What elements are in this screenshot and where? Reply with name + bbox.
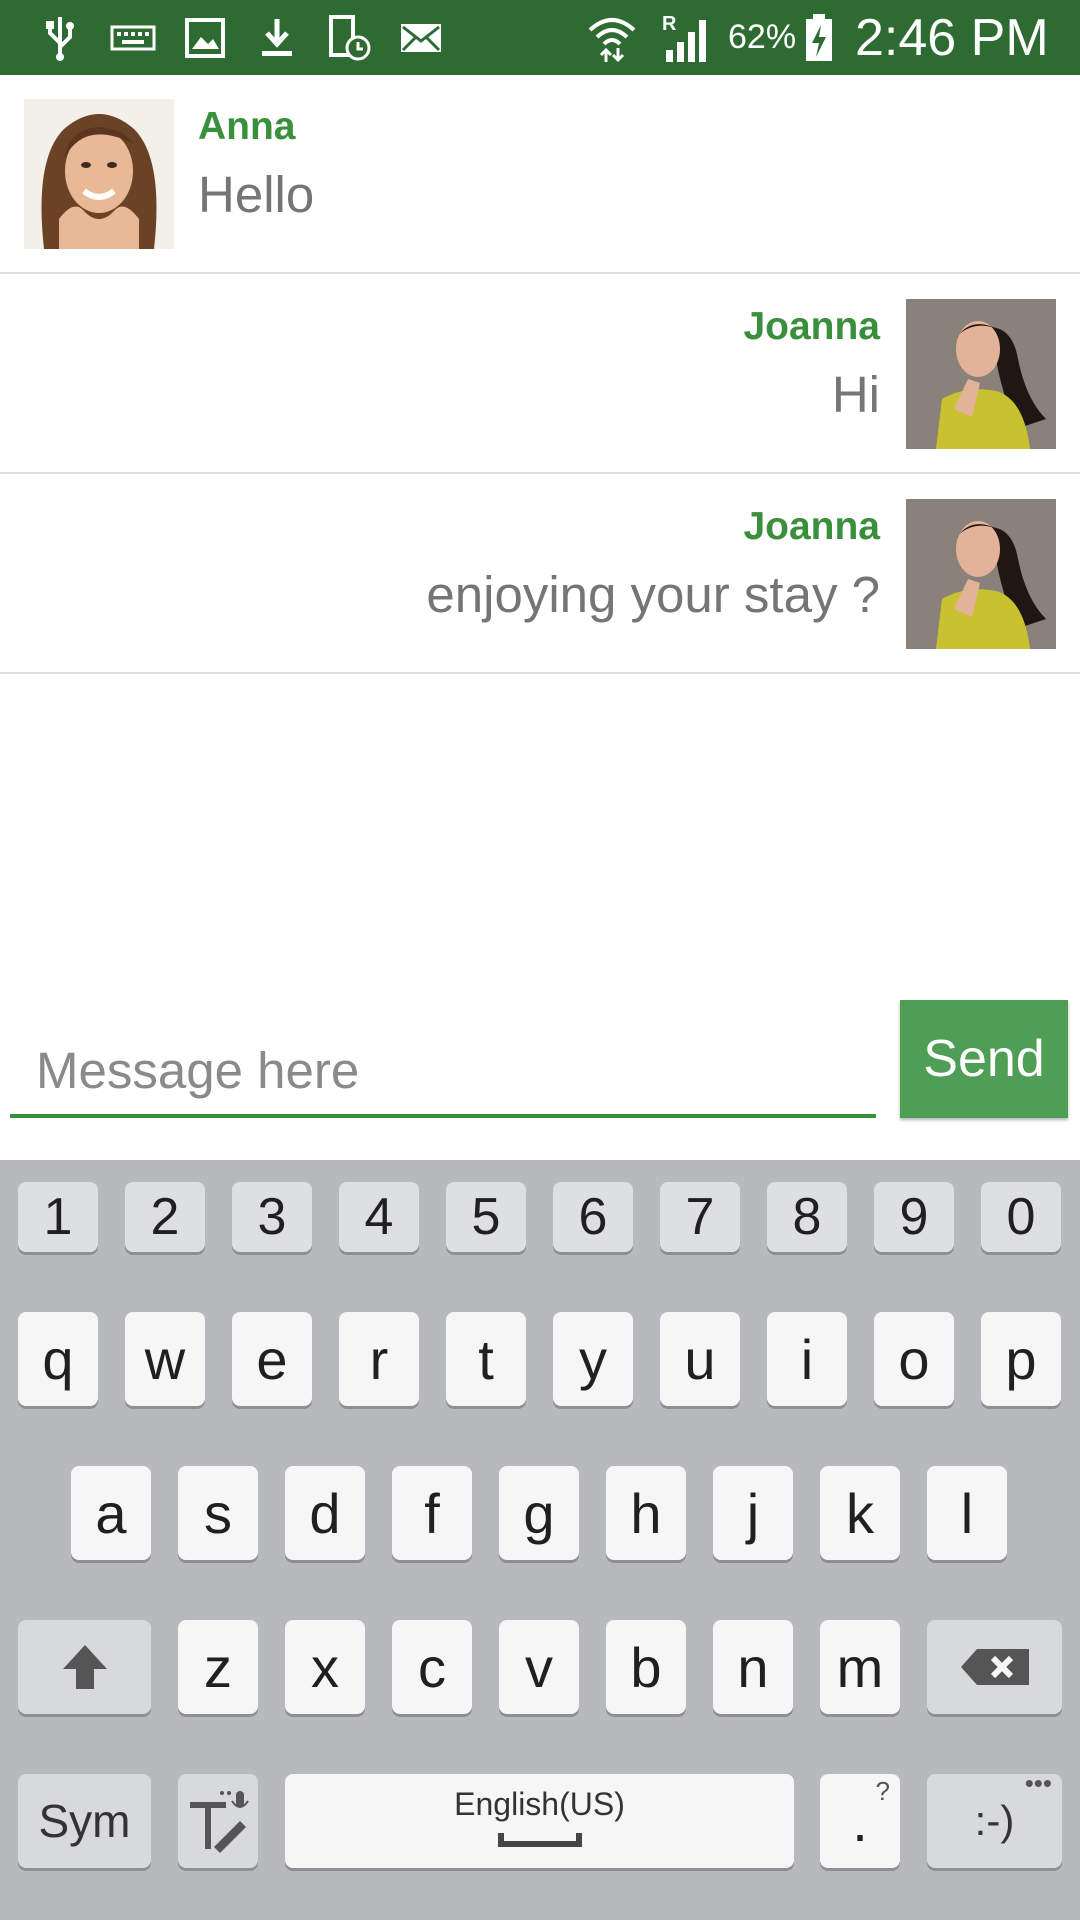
key-p[interactable]: p	[981, 1312, 1061, 1406]
key-2[interactable]: 2	[125, 1182, 205, 1252]
key-7[interactable]: 7	[660, 1182, 740, 1252]
key-c[interactable]: c	[392, 1620, 472, 1714]
soft-keyboard: 1 2 3 4 5 6 7 8 9 0 q w e r t y u i o p …	[0, 1160, 1080, 1920]
keyboard-icon	[108, 10, 158, 66]
avatar-anna[interactable]	[24, 99, 174, 249]
signal-icon: R	[660, 10, 714, 66]
key-l[interactable]: l	[927, 1466, 1007, 1560]
key-a[interactable]: a	[71, 1466, 151, 1560]
key-s[interactable]: s	[178, 1466, 258, 1560]
key-g[interactable]: g	[499, 1466, 579, 1560]
mail-icon	[398, 10, 444, 66]
download-icon	[256, 10, 298, 66]
period-hint: ?	[875, 1776, 890, 1806]
image-icon	[182, 10, 228, 66]
backspace-key[interactable]	[927, 1620, 1062, 1714]
handwriting-mic-key[interactable]	[178, 1774, 258, 1868]
battery-percent: 62%	[728, 18, 797, 56]
sym-key[interactable]: Sym	[18, 1774, 151, 1868]
key-q[interactable]: q	[18, 1312, 98, 1406]
key-e[interactable]: e	[232, 1312, 312, 1406]
key-5[interactable]: 5	[446, 1182, 526, 1252]
period-key[interactable]: . ?	[820, 1774, 900, 1868]
key-w[interactable]: w	[125, 1312, 205, 1406]
message-text: Hi	[831, 366, 880, 423]
status-bar: R 62% 2:46 PM	[0, 0, 1080, 75]
key-9[interactable]: 9	[874, 1182, 954, 1252]
shift-key[interactable]	[18, 1620, 151, 1714]
avatar-joanna[interactable]	[906, 499, 1056, 649]
space-bar-icon	[497, 1832, 582, 1847]
more-dots-icon: •••	[1024, 1768, 1052, 1798]
key-1[interactable]: 1	[18, 1182, 98, 1252]
key-m[interactable]: m	[820, 1620, 900, 1714]
key-3[interactable]: 3	[232, 1182, 312, 1252]
space-key[interactable]: English(US)	[285, 1774, 794, 1868]
message-input[interactable]	[10, 1030, 876, 1118]
key-y[interactable]: y	[553, 1312, 633, 1406]
sender-name: Joanna	[743, 505, 880, 548]
send-button[interactable]: Send	[900, 1000, 1068, 1118]
space-key-language: English(US)	[454, 1785, 625, 1822]
key-8[interactable]: 8	[767, 1182, 847, 1252]
message-row: Joanna Hi	[0, 275, 1080, 474]
key-d[interactable]: d	[285, 1466, 365, 1560]
key-o[interactable]: o	[874, 1312, 954, 1406]
message-text: Hello	[198, 166, 315, 223]
key-u[interactable]: u	[660, 1312, 740, 1406]
period-label: .	[852, 1789, 868, 1853]
key-f[interactable]: f	[392, 1466, 472, 1560]
message-row: Joanna enjoying your stay ?	[0, 475, 1080, 674]
key-r[interactable]: r	[339, 1312, 419, 1406]
battery-charging-icon	[802, 10, 836, 66]
sender-name: Anna	[198, 105, 296, 148]
handwriting-mic-icon	[190, 1791, 249, 1853]
avatar-joanna[interactable]	[906, 299, 1056, 449]
key-z[interactable]: z	[178, 1620, 258, 1714]
svg-text:R: R	[662, 13, 677, 35]
shift-arrow-icon	[62, 1645, 107, 1689]
key-j[interactable]: j	[713, 1466, 793, 1560]
emoticon-key[interactable]: :-) •••	[927, 1768, 1062, 1868]
key-k[interactable]: k	[820, 1466, 900, 1560]
sender-name: Joanna	[743, 305, 880, 348]
key-v[interactable]: v	[499, 1620, 579, 1714]
usb-icon	[40, 10, 80, 66]
screen-icon	[326, 10, 372, 66]
key-n[interactable]: n	[713, 1620, 793, 1714]
message-row: Anna Hello	[0, 75, 1080, 274]
clock: 2:46 PM	[855, 8, 1049, 67]
message-text: enjoying your stay ?	[426, 566, 880, 623]
wifi-icon	[586, 10, 638, 66]
key-t[interactable]: t	[446, 1312, 526, 1406]
key-0[interactable]: 0	[981, 1182, 1061, 1252]
key-h[interactable]: h	[606, 1466, 686, 1560]
key-4[interactable]: 4	[339, 1182, 419, 1252]
key-6[interactable]: 6	[553, 1182, 633, 1252]
key-x[interactable]: x	[285, 1620, 365, 1714]
backspace-icon	[960, 1649, 1029, 1685]
key-i[interactable]: i	[767, 1312, 847, 1406]
key-b[interactable]: b	[606, 1620, 686, 1714]
emoticon-label: :-)	[974, 1797, 1015, 1844]
